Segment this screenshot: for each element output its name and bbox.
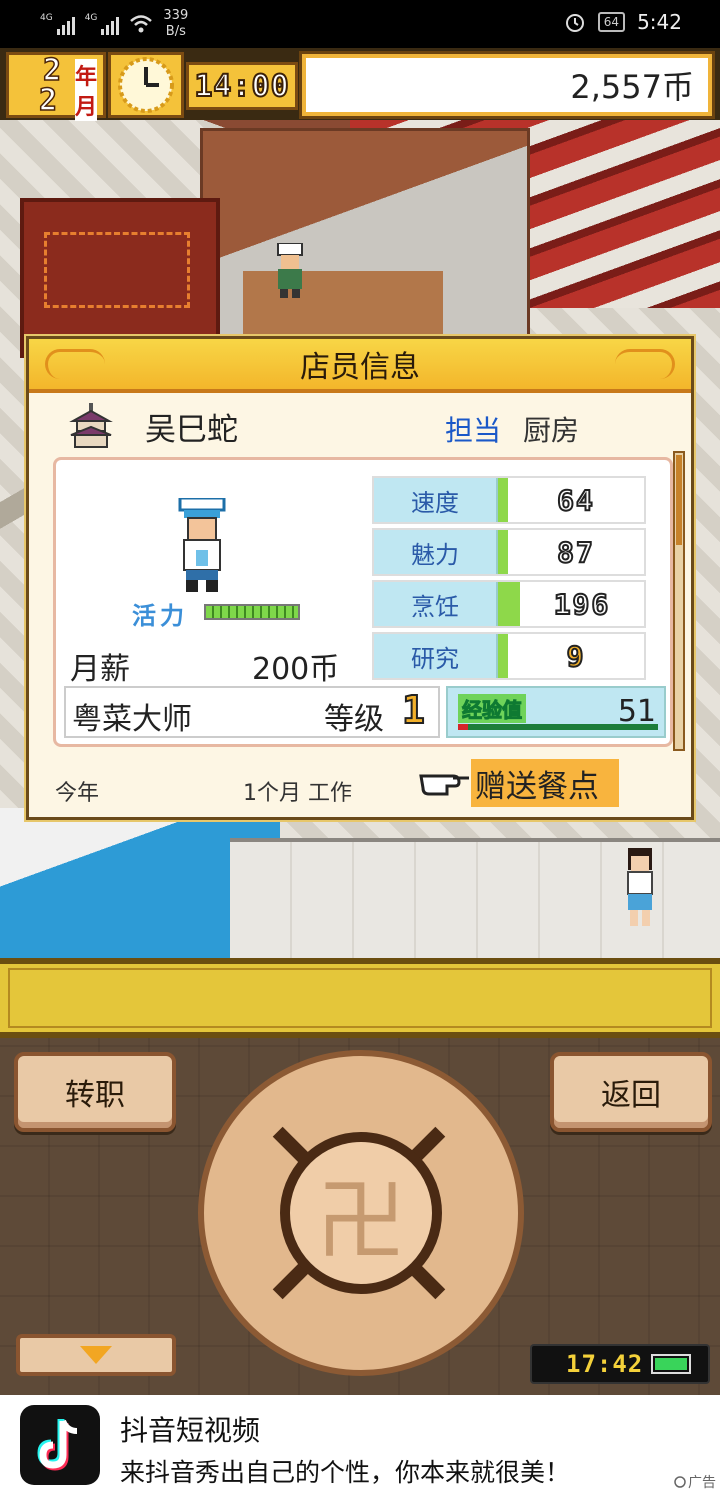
stat-row-cooking: 烹饪 196 (372, 580, 646, 628)
swirl-decoration-left (45, 349, 105, 379)
stat-value: 64 (556, 483, 595, 518)
vitality-bar (204, 604, 300, 620)
vitality-fill (206, 606, 298, 618)
stat-label: 烹饪 (374, 582, 498, 626)
customer-sprite[interactable] (620, 848, 660, 928)
ad-info-icon (674, 1476, 686, 1488)
month-number: 2 (38, 82, 58, 119)
system-time: 5:42 (637, 10, 682, 34)
stat-value: 87 (556, 535, 595, 570)
net-speed: 339 B/s (163, 8, 189, 39)
device-clock: 17:42 (530, 1344, 710, 1384)
dialog-header: 店员信息 (29, 339, 691, 393)
wifi-icon (130, 15, 153, 33)
signal-icon-2: 4G (85, 13, 120, 35)
kitchen-area (200, 128, 530, 348)
footer-work-duration: 1个月 工作 (243, 781, 352, 806)
date-display: 2 年 2 月 (6, 52, 106, 121)
tiktok-logo-icon[interactable] (20, 1405, 100, 1485)
level-value: 1 (401, 687, 426, 733)
exp-bar (458, 724, 658, 730)
game-view[interactable]: 2 年 2 月 14:00 2,557币 店员信息 吴巳蛇 担当 厨房 活力 月… (0, 48, 720, 1395)
stats-table: 速度 64 魅力 87 烹饪 196 研究 9 (372, 476, 646, 684)
decor-screen (20, 198, 220, 358)
staff-details-panel: 活力 月薪 200币 速度 64 魅力 87 烹饪 196 研究 9 粤菜大师 … (53, 457, 673, 747)
stat-bar (498, 530, 508, 574)
chef-portrait (178, 498, 226, 592)
stat-row-research: 研究 9 (372, 632, 646, 680)
dept-label: 担当 (445, 414, 502, 447)
chef-sprite[interactable] (272, 243, 308, 298)
ad-tag: 广告 (674, 1472, 716, 1492)
clock-icon (118, 57, 174, 113)
stat-label: 魅力 (374, 530, 498, 574)
ad-banner[interactable]: 抖音短视频 来抖音秀出自己的个性，你本来就很美！ 广告 (0, 1395, 720, 1496)
footer-year: 今年 (55, 781, 100, 806)
stat-row-speed: 速度 64 (372, 476, 646, 524)
battery-icon (651, 1354, 692, 1374)
direction-pad[interactable] (198, 1050, 524, 1376)
stat-label: 研究 (374, 634, 498, 678)
signal-icon: 4G (40, 13, 75, 35)
staff-name: 吴巳蛇 (145, 411, 238, 448)
battery-indicator: 64 (597, 12, 626, 32)
swirl-decoration-right (615, 349, 675, 379)
top-hud: 2 年 2 月 14:00 2,557币 (0, 48, 720, 121)
dept-value: 厨房 (523, 414, 580, 447)
gift-meal-label: 赠送餐点 (471, 759, 619, 807)
pointing-hand-icon (419, 774, 469, 796)
stat-row-charm: 魅力 87 (372, 528, 646, 576)
stat-bar (498, 634, 508, 678)
ad-subtitle[interactable]: 来抖音秀出自己的个性，你本来就很美！ (120, 1453, 570, 1489)
clock-display (108, 52, 184, 118)
stat-bar (498, 478, 508, 522)
scroll-thumb[interactable] (676, 455, 682, 545)
stat-value: 9 (566, 639, 586, 674)
gift-meal-button[interactable]: 赠送餐点 (419, 759, 641, 807)
game-time: 14:00 (186, 62, 298, 110)
pagoda-icon (69, 403, 113, 448)
salary-label: 月薪 (70, 652, 130, 687)
money-display: 2,557币 (299, 51, 715, 119)
salary-value: 200币 (252, 652, 340, 687)
exp-label: 经验值 (458, 694, 526, 723)
dialog-title: 店员信息 (300, 350, 420, 385)
exp-fill (458, 724, 468, 730)
vitality-label: 活力 (132, 602, 188, 630)
back-button[interactable]: 返回 (550, 1052, 712, 1132)
status-bar: 4G 4G 339 B/s 64 5:42 (0, 0, 720, 48)
control-panel: 转职 返回 17:42 (0, 1038, 720, 1395)
alarm-icon (565, 14, 584, 32)
month-unit: 月 (75, 89, 98, 121)
level-label: 等级 (324, 702, 384, 737)
dpad-center-button[interactable] (280, 1132, 442, 1294)
stat-value: 196 (553, 587, 611, 622)
stat-bar (498, 582, 520, 626)
expand-down-button[interactable] (16, 1334, 176, 1376)
change-job-button[interactable]: 转职 (14, 1052, 176, 1132)
job-title-row: 粤菜大师 等级 1 (64, 686, 440, 738)
experience-box: 经验值 51 (446, 686, 666, 738)
ad-title[interactable]: 抖音短视频 (120, 1409, 260, 1449)
year-unit: 年 (75, 59, 98, 91)
staff-name-row: 吴巳蛇 担当 厨房 (69, 401, 669, 451)
stat-label: 速度 (374, 478, 498, 522)
chevron-down-icon (80, 1346, 112, 1364)
job-title: 粤菜大师 (72, 702, 192, 737)
message-bar (0, 958, 720, 1038)
staff-info-dialog: 店员信息 吴巳蛇 担当 厨房 活力 月薪 200币 速度 64 魅力 87 烹饪… (24, 334, 696, 822)
dialog-scrollbar[interactable] (673, 451, 685, 751)
